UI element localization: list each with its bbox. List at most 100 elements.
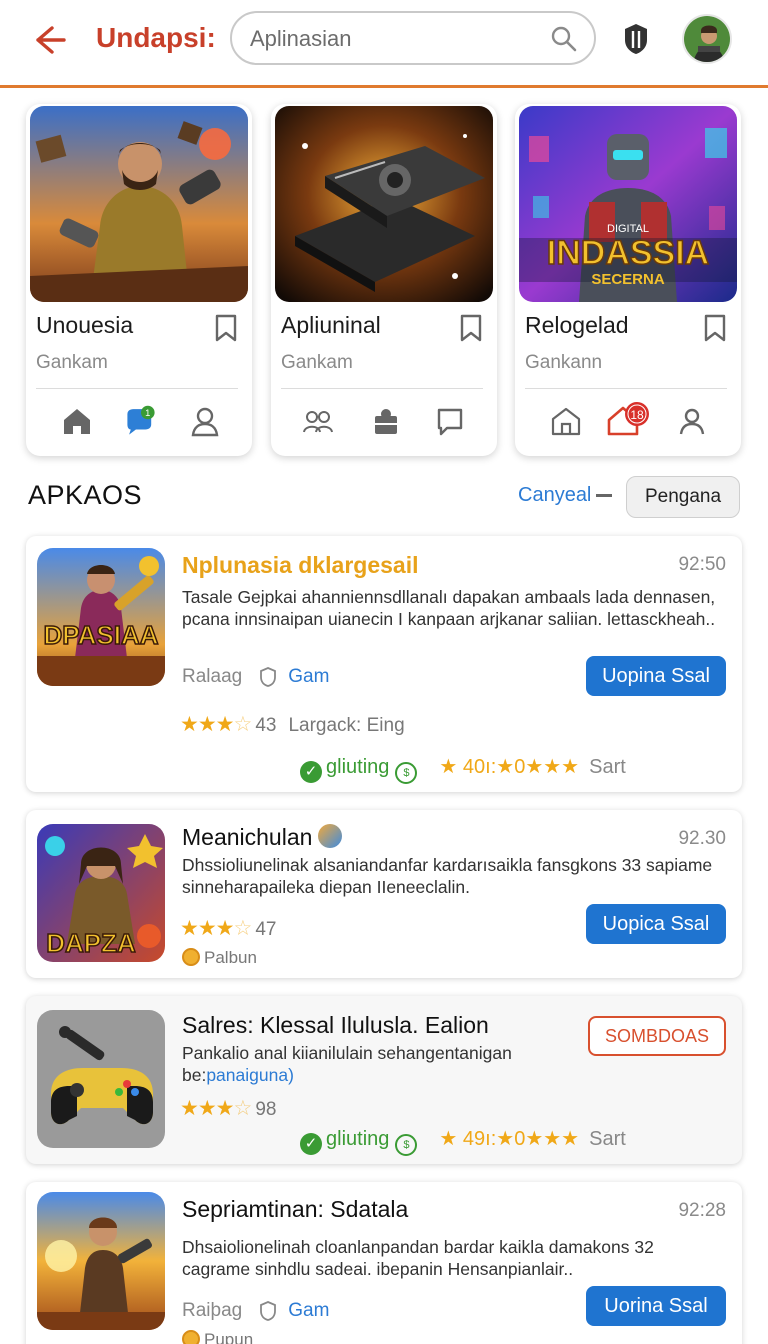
sort-label[interactable]: Sart — [589, 1128, 626, 1150]
home-badge-icon[interactable]: 18 — [605, 400, 651, 438]
bookmark-icon[interactable] — [459, 314, 483, 342]
rating-value: 98 — [255, 1099, 277, 1120]
search-bar[interactable] — [230, 11, 596, 65]
item-description: Pankalio anal kiianilulain sehangentanig… — [182, 1042, 582, 1086]
app-title: Undapsi: — [96, 22, 216, 53]
item-time: 92.30 — [678, 828, 726, 849]
item-description: Dhsaiolionelinah cloanlanpandan bardar k… — [182, 1237, 654, 1279]
featured-title: Apliuninal — [281, 312, 381, 338]
item-title: Salres: Klessal Ilulusla. Ealion — [182, 1012, 489, 1038]
section-divider — [596, 494, 612, 497]
score-value: 40ı: — [462, 756, 497, 778]
item-desc-prefix: be: — [182, 1065, 207, 1085]
profile-icon[interactable] — [188, 404, 222, 438]
section-filter-button[interactable]: Pengana — [626, 476, 740, 518]
item-description: Tasale Gejpkai ahanniennsdllanalı dapaka… — [182, 587, 716, 629]
item-sub-text: Palbun — [204, 948, 257, 967]
rating-stars: ★★★☆ 43 Largack: Eing — [180, 713, 405, 736]
install-button[interactable]: Uopica Ssal — [586, 904, 726, 944]
item-meta-label: Ralaag — [182, 666, 243, 687]
profile-icon[interactable] — [675, 404, 709, 438]
chat-badge: 1 — [145, 408, 150, 418]
item-time: 92:50 — [678, 554, 726, 575]
featured-card[interactable]: Apliuninal Gankam — [271, 104, 497, 456]
user-avatar[interactable] — [682, 14, 732, 64]
divider — [281, 388, 483, 389]
sort-label[interactable]: Sart — [589, 756, 626, 778]
bookmark-icon[interactable] — [703, 314, 727, 342]
store-icon[interactable] — [549, 404, 583, 438]
list-item[interactable]: DAPZA Meanichulan 92.30 Dhssioliunelinak… — [26, 810, 742, 978]
list-item[interactable]: DPASIAA Nplunasia dklargesail 92:50 Tasa… — [26, 536, 742, 792]
item-tag[interactable]: Gam — [288, 1300, 329, 1321]
featured-thumbnail — [275, 106, 493, 302]
item-description: Dhssioliunelinak alsaniandanfar kardarıs… — [182, 855, 713, 897]
home-badge-count: 18 — [630, 408, 644, 422]
item-sub-label: Pupun — [182, 1330, 253, 1344]
item-desc-link[interactable]: panaiguna) — [206, 1065, 294, 1085]
item-title: Meanichulan — [182, 824, 343, 851]
rating-stars: ★★★☆ 47 — [180, 917, 277, 940]
item-sub-label: Palbun — [182, 948, 257, 968]
item-meta: Raiþag Gam — [182, 1300, 329, 1322]
status-label: gliuting — [326, 756, 390, 778]
rating-label: Largack: Eing — [288, 715, 405, 736]
featured-card[interactable]: Unouesia Gankam 1 — [26, 104, 252, 456]
search-input[interactable] — [250, 23, 540, 55]
comment-icon[interactable] — [433, 404, 467, 438]
shield-icon — [260, 1301, 277, 1321]
install-button[interactable]: Uorina Ssal — [586, 1286, 726, 1326]
featured-title: Relogelad — [525, 312, 629, 338]
score-value: 49ı: — [462, 1128, 497, 1150]
rating-value: 43 — [255, 715, 277, 736]
featured-title: Unouesia — [36, 312, 134, 338]
coin-icon — [182, 948, 200, 966]
item-meta-label: Raiþag — [182, 1300, 243, 1321]
search-icon[interactable] — [550, 25, 578, 53]
app-icon: DAPZA — [37, 824, 165, 962]
shield-icon[interactable] — [622, 22, 650, 56]
item-title: Nplunasia dklargesail — [182, 552, 419, 578]
status-row: ✓ gliuting $ ★ 49ı:★0★★★ Sart — [300, 1126, 626, 1156]
item-title: Sepriamtinan: Sdatala — [182, 1196, 409, 1222]
home-icon[interactable] — [60, 404, 94, 438]
chat-icon[interactable]: 1 — [124, 404, 158, 438]
rating-value: 47 — [255, 919, 277, 940]
art-title-text: INDASSIA — [547, 234, 709, 272]
group-icon[interactable] — [301, 404, 335, 438]
featured-subtitle: Gankam — [36, 352, 108, 373]
featured-subtitle: Gankann — [525, 352, 603, 373]
divider — [36, 388, 238, 389]
item-time: 92:28 — [678, 1200, 726, 1221]
divider — [525, 388, 727, 389]
list-item[interactable]: Sepriamtinan: Sdatala 92:28 Dhsaiolionel… — [26, 1182, 742, 1344]
bookmark-icon[interactable] — [214, 314, 238, 342]
rating-stars: ★★★☆ 98 — [180, 1097, 277, 1120]
item-desc-line: Pankalio anal kiianilulain sehangentanig… — [182, 1043, 512, 1063]
item-sub-text: Pupun — [204, 1330, 254, 1344]
app-icon — [37, 1192, 165, 1330]
puzzle-icon[interactable] — [369, 404, 403, 438]
status-row: ✓ gliuting $ ★ 40ı:★0★★★ Sart — [300, 754, 626, 784]
coin-icon: $ — [395, 1134, 418, 1156]
install-button[interactable]: Uopina Ssal — [586, 656, 726, 696]
featured-thumbnail — [30, 106, 248, 302]
back-arrow-icon[interactable] — [28, 20, 68, 60]
app-icon-text: DPASIAA — [43, 620, 158, 650]
score-stars: ★ 40ı:★0★★★ — [439, 756, 580, 778]
coin-icon — [182, 1330, 200, 1344]
app-icon — [37, 1010, 165, 1148]
featured-card[interactable]: DIGITAL INDASSIA SECERNA Relogelad Ganka… — [515, 104, 741, 456]
section-title: APKAOS — [28, 480, 143, 510]
list-item[interactable]: Salres: Klessal Ilulusla. Ealion SOMBDOA… — [26, 996, 742, 1164]
emoji-icon — [318, 824, 343, 848]
featured-thumbnail: DIGITAL INDASSIA SECERNA — [519, 106, 737, 302]
item-meta: Ralaag Gam — [182, 666, 329, 688]
app-icon-text: DAPZA — [46, 928, 136, 958]
check-icon: ✓ — [300, 761, 322, 783]
item-tag[interactable]: Gam — [288, 666, 329, 687]
coin-icon: $ — [395, 762, 418, 784]
section-link[interactable]: Canyeal — [518, 484, 591, 507]
action-button[interactable]: SOMBDOAS — [588, 1016, 726, 1056]
app-icon: DPASIAA — [37, 548, 165, 686]
